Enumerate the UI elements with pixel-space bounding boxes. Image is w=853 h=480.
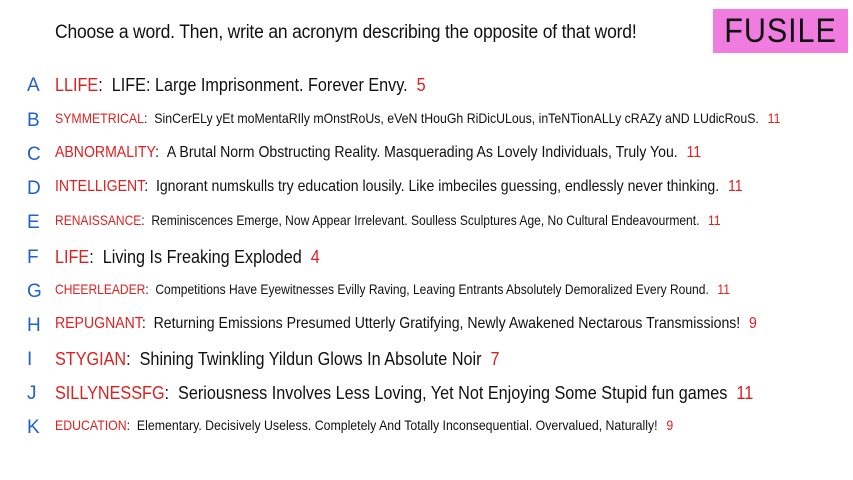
item-count: 11 — [767, 110, 781, 126]
item-count: 4 — [310, 247, 320, 267]
item-colon: : — [126, 417, 137, 433]
item-colon: : — [141, 212, 152, 228]
item-letter: I — [27, 349, 33, 370]
prompt-text: Choose a word. Then, write an acronym de… — [55, 22, 637, 43]
item-definition: LIFE: Large Imprisonment. Forever Envy. — [111, 75, 408, 95]
item-line: SILLYNESSFG: Seriousness Involves Less L… — [55, 383, 753, 404]
item-count: 5 — [416, 75, 426, 95]
item-colon: : — [143, 110, 155, 126]
item-colon: : — [141, 315, 154, 332]
item-colon: : — [126, 349, 140, 369]
item-word: LLIFE — [55, 75, 99, 95]
item-line: LLIFE: LIFE: Large Imprisonment. Forever… — [55, 75, 426, 96]
item-definition: Reminiscences Emerge, Now Appear Irrelev… — [151, 212, 700, 228]
item-definition: Competitions Have Eyewitnesses Evilly Ra… — [155, 281, 709, 297]
item-definition: Shining Twinkling Yildun Glows In Absolu… — [139, 349, 482, 369]
item-count: 11 — [708, 212, 721, 228]
item-word: SILLYNESSFG — [55, 383, 165, 403]
item-letter: K — [27, 417, 40, 438]
item-definition: Elementary. Decisively Useless. Complete… — [136, 417, 658, 433]
item-line: ABNORMALITY: A Brutal Norm Obstructing R… — [55, 144, 701, 162]
item-word: SYMMETRICAL — [55, 110, 144, 126]
item-word: EDUCATION — [55, 417, 127, 433]
item-colon: : — [164, 383, 179, 403]
item-count: 11 — [736, 383, 754, 403]
item-count: 11 — [727, 178, 743, 195]
item-word: ABNORMALITY — [55, 144, 156, 161]
item-definition: A Brutal Norm Obstructing Reality. Masqu… — [166, 144, 678, 161]
item-line: SYMMETRICAL: SinCerELy yEt moMentaRIly m… — [55, 110, 780, 126]
badge-label: FUSILE — [724, 11, 837, 50]
item-colon: : — [145, 281, 156, 297]
item-definition: Returning Emissions Presumed Utterly Gra… — [153, 315, 741, 332]
item-word: LIFE — [55, 247, 90, 267]
item-letter: C — [27, 144, 41, 165]
item-line: LIFE: Living Is Freaking Exploded 4 — [55, 247, 320, 268]
item-count: 9 — [666, 417, 674, 433]
item-line: CHEERLEADER: Competitions Have Eyewitnes… — [55, 281, 730, 297]
item-line: INTELLIGENT: Ignorant numskulls try educ… — [55, 178, 743, 196]
item-definition: Ignorant numskulls try education lousily… — [155, 178, 720, 195]
item-colon: : — [144, 178, 156, 195]
item-word: STYGIAN — [55, 349, 127, 369]
item-letter: G — [27, 281, 42, 302]
item-line: STYGIAN: Shining Twinkling Yildun Glows … — [55, 349, 500, 370]
item-count: 9 — [749, 315, 757, 332]
item-count: 11 — [717, 281, 730, 297]
item-colon: : — [155, 144, 167, 161]
item-word: INTELLIGENT — [55, 178, 145, 195]
item-definition: SinCerELy yEt moMentaRIly mOnstRoUs, eVe… — [154, 110, 759, 126]
item-count: 7 — [490, 349, 500, 369]
item-letter: B — [27, 110, 40, 131]
item-definition: Living Is Freaking Exploded — [102, 247, 302, 267]
item-letter: D — [27, 178, 41, 199]
item-word: RENAISSANCE — [55, 212, 142, 228]
item-letter: E — [27, 212, 40, 233]
item-letter: A — [27, 75, 40, 96]
item-line: EDUCATION: Elementary. Decisively Useles… — [55, 417, 673, 433]
item-colon: : — [98, 75, 112, 95]
item-word: REPUGNANT — [55, 315, 142, 332]
item-letter: F — [27, 247, 39, 268]
item-letter: J — [27, 383, 37, 404]
item-letter: H — [27, 315, 41, 336]
word-badge: FUSILE — [713, 9, 848, 53]
item-definition: Seriousness Involves Less Loving, Yet No… — [178, 383, 728, 403]
item-line: RENAISSANCE: Reminiscences Emerge, Now A… — [55, 212, 721, 228]
item-count: 11 — [686, 144, 702, 161]
item-line: REPUGNANT: Returning Emissions Presumed … — [55, 315, 757, 333]
item-colon: : — [89, 247, 103, 267]
item-word: CHEERLEADER — [55, 281, 146, 297]
